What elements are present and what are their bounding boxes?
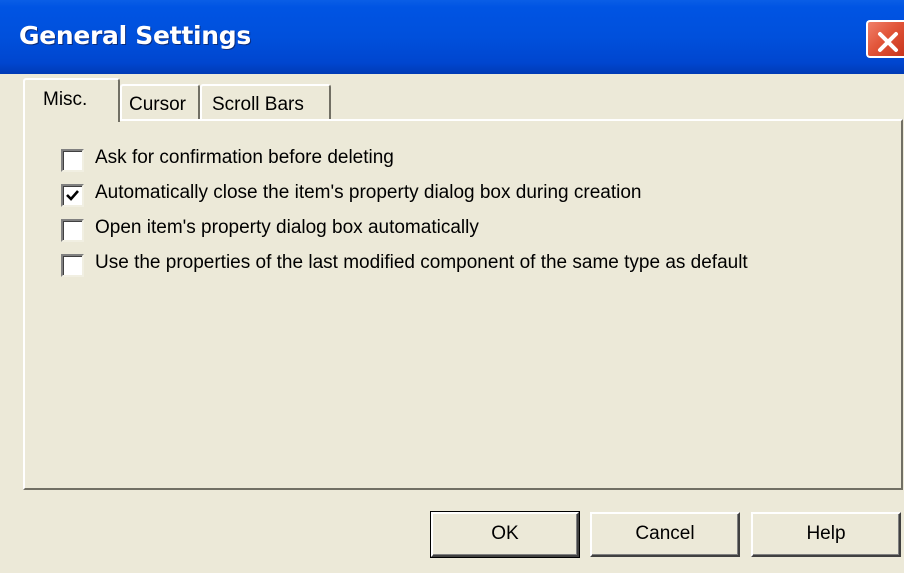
misc-tab-panel: Ask for confirmation before deleting Aut… [23, 119, 903, 490]
tab-cursor-label: Cursor [129, 94, 187, 115]
checkmark-icon [66, 190, 79, 201]
auto-close-dialog-label: Automatically close the item's property … [95, 182, 642, 203]
auto-close-dialog-checkbox[interactable] [61, 184, 84, 207]
tab-strip: Misc. Cursor Scroll Bars [0, 74, 904, 122]
title-bar[interactable]: General Settings [0, 0, 904, 74]
close-icon [878, 32, 898, 52]
confirm-delete-checkbox[interactable] [61, 149, 84, 172]
use-last-properties-label: Use the properties of the last modified … [95, 252, 748, 273]
close-button[interactable] [866, 20, 904, 58]
auto-open-dialog-checkbox[interactable] [61, 219, 84, 242]
tab-scroll-bars[interactable]: Scroll Bars [200, 84, 331, 121]
tab-misc-label: Misc. [43, 89, 88, 110]
help-button[interactable]: Help [751, 512, 901, 557]
ok-button[interactable]: OK [430, 511, 580, 558]
tab-cursor[interactable]: Cursor [120, 84, 200, 121]
cancel-button[interactable]: Cancel [590, 512, 740, 557]
auto-open-dialog-label: Open item's property dialog box automati… [95, 217, 479, 238]
window-title: General Settings [19, 21, 251, 50]
general-settings-dialog: General Settings Misc. Cursor Scroll Bar… [0, 0, 904, 573]
use-last-properties-checkbox[interactable] [61, 254, 84, 277]
tab-scroll-bars-label: Scroll Bars [212, 94, 304, 115]
tab-misc[interactable]: Misc. [23, 78, 120, 122]
confirm-delete-label: Ask for confirmation before deleting [95, 147, 394, 168]
